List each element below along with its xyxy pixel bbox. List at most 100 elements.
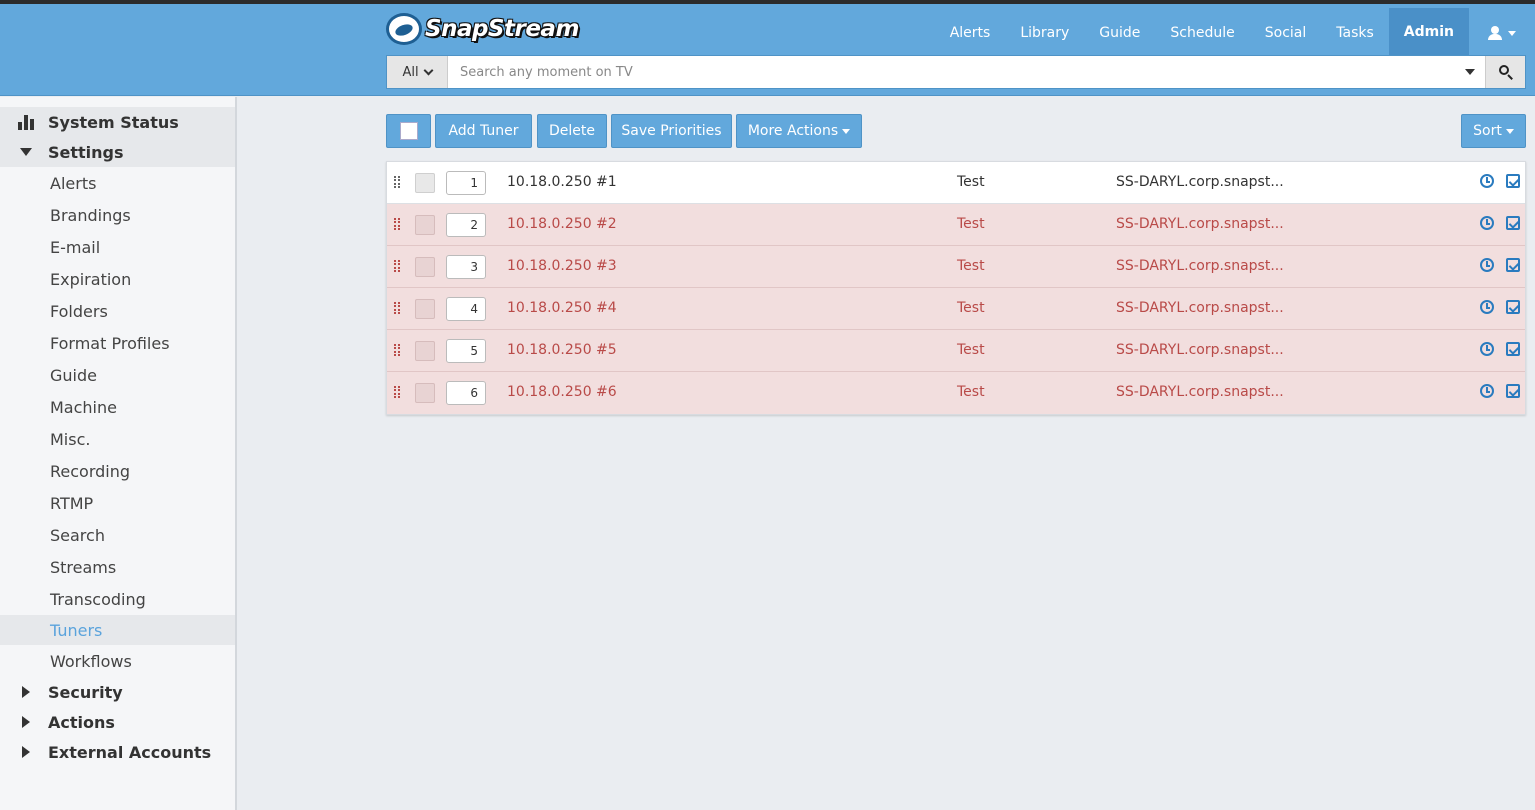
drag-handle-icon[interactable] — [394, 218, 400, 230]
sidebar-item-external-accounts[interactable]: External Accounts — [0, 737, 235, 767]
tuner-group: Test — [957, 258, 985, 274]
sidebar-item-recording[interactable]: Recording — [0, 455, 235, 487]
nav-guide[interactable]: Guide — [1084, 8, 1155, 58]
drag-handle-icon[interactable] — [394, 386, 400, 398]
schedule-clock-icon[interactable] — [1480, 258, 1494, 272]
search-button[interactable] — [1485, 56, 1525, 88]
sidebar-item-actions[interactable]: Actions — [0, 707, 235, 737]
sidebar-item-misc[interactable]: Misc. — [0, 423, 235, 455]
table-row[interactable]: 3 10.18.0.250 #3 Test SS-DARYL.corp.snap… — [387, 246, 1525, 288]
sidebar-item-workflows[interactable]: Workflows — [0, 645, 235, 677]
schedule-clock-icon[interactable] — [1480, 174, 1494, 188]
search-icon — [1498, 65, 1513, 80]
table-row[interactable]: 1 10.18.0.250 #1 Test SS-DARYL.corp.snap… — [387, 162, 1525, 204]
edit-icon[interactable] — [1506, 216, 1520, 230]
save-priorities-button[interactable]: Save Priorities — [611, 114, 732, 148]
schedule-clock-icon[interactable] — [1480, 300, 1494, 314]
sort-button[interactable]: Sort — [1461, 114, 1526, 148]
drag-handle-icon[interactable] — [394, 344, 400, 356]
sidebar-item-system-status[interactable]: System Status — [0, 107, 235, 137]
nav-schedule[interactable]: Schedule — [1155, 8, 1249, 58]
nav-admin[interactable]: Admin — [1388, 8, 1469, 58]
schedule-clock-icon[interactable] — [1480, 216, 1494, 230]
sidebar-item-rtmp[interactable]: RTMP — [0, 487, 235, 519]
edit-icon[interactable] — [1506, 258, 1520, 272]
drag-handle-icon[interactable] — [394, 260, 400, 272]
schedule-clock-icon[interactable] — [1480, 384, 1494, 398]
row-checkbox[interactable] — [415, 173, 435, 193]
chevron-down-icon — [423, 65, 434, 75]
more-actions-label: More Actions — [747, 123, 839, 139]
app-header: SnapStream Alerts Library Guide Schedule… — [0, 4, 1535, 96]
row-checkbox[interactable] — [415, 299, 435, 319]
sidebar-item-search[interactable]: Search — [0, 519, 235, 551]
logo-icon — [386, 13, 422, 45]
row-checkbox[interactable] — [415, 341, 435, 361]
snapstream-logo[interactable]: SnapStream — [386, 12, 579, 46]
search-bar: All — [386, 55, 1526, 89]
nav-tasks[interactable]: Tasks — [1321, 8, 1389, 58]
tuner-name: 10.18.0.250 #3 — [507, 258, 617, 274]
tuner-group: Test — [957, 174, 985, 190]
sidebar-item-streams[interactable]: Streams — [0, 551, 235, 583]
edit-icon[interactable] — [1506, 342, 1520, 356]
edit-icon[interactable] — [1506, 174, 1520, 188]
search-scope-dropdown[interactable]: All — [387, 56, 448, 88]
sidebar-item-settings[interactable]: Settings — [0, 137, 235, 167]
nav-alerts[interactable]: Alerts — [935, 8, 1006, 58]
edit-icon[interactable] — [1506, 300, 1520, 314]
priority-input[interactable]: 1 — [446, 171, 486, 195]
nav-library[interactable]: Library — [1005, 8, 1084, 58]
sidebar-item-folders[interactable]: Folders — [0, 295, 235, 327]
sidebar-item-guide[interactable]: Guide — [0, 359, 235, 391]
sidebar-item-expiration[interactable]: Expiration — [0, 263, 235, 295]
priority-input[interactable]: 6 — [446, 381, 486, 405]
user-icon — [1488, 26, 1502, 40]
checkbox-icon — [399, 122, 418, 140]
tuner-name: 10.18.0.250 #1 — [507, 174, 617, 190]
delete-button[interactable]: Delete — [537, 114, 607, 148]
table-row[interactable]: 5 10.18.0.250 #5 Test SS-DARYL.corp.snap… — [387, 330, 1525, 372]
sidebar-item-machine[interactable]: Machine — [0, 391, 235, 423]
more-actions-button[interactable]: More Actions — [736, 114, 862, 148]
tuner-host: SS-DARYL.corp.snapst... — [1116, 258, 1284, 274]
table-row[interactable]: 4 10.18.0.250 #4 Test SS-DARYL.corp.snap… — [387, 288, 1525, 330]
schedule-clock-icon[interactable] — [1480, 342, 1494, 356]
search-scope-label: All — [402, 64, 419, 80]
edit-icon[interactable] — [1506, 384, 1520, 398]
tuner-host: SS-DARYL.corp.snapst... — [1116, 342, 1284, 358]
caret-down-icon — [1465, 69, 1475, 75]
add-tuner-button[interactable]: Add Tuner — [435, 114, 532, 148]
sidebar-item-format-profiles[interactable]: Format Profiles — [0, 327, 235, 359]
priority-input[interactable]: 5 — [446, 339, 486, 363]
sidebar-item-brandings[interactable]: Brandings — [0, 199, 235, 231]
row-checkbox[interactable] — [415, 257, 435, 277]
caret-right-icon — [16, 686, 36, 698]
sidebar-item-label: Settings — [48, 142, 124, 162]
search-input[interactable] — [448, 56, 1455, 88]
priority-input[interactable]: 4 — [446, 297, 486, 321]
row-checkbox[interactable] — [415, 215, 435, 235]
row-checkbox[interactable] — [415, 383, 435, 403]
user-menu-button[interactable] — [1469, 8, 1535, 58]
sidebar-item-email[interactable]: E-mail — [0, 231, 235, 263]
select-all-checkbox-button[interactable] — [386, 114, 431, 148]
nav-social[interactable]: Social — [1250, 8, 1322, 58]
drag-handle-icon[interactable] — [394, 176, 400, 188]
sidebar-item-security[interactable]: Security — [0, 677, 235, 707]
search-options-toggle[interactable] — [1455, 56, 1485, 88]
table-row[interactable]: 2 10.18.0.250 #2 Test SS-DARYL.corp.snap… — [387, 204, 1525, 246]
table-row[interactable]: 6 10.18.0.250 #6 Test SS-DARYL.corp.snap… — [387, 372, 1525, 414]
drag-handle-icon[interactable] — [394, 302, 400, 314]
priority-input[interactable]: 3 — [446, 255, 486, 279]
tuner-name: 10.18.0.250 #6 — [507, 384, 617, 400]
sidebar-item-alerts[interactable]: Alerts — [0, 167, 235, 199]
sidebar-item-tuners[interactable]: Tuners — [0, 615, 235, 645]
tuner-host: SS-DARYL.corp.snapst... — [1116, 216, 1284, 232]
tuner-name: 10.18.0.250 #2 — [507, 216, 617, 232]
tuner-name: 10.18.0.250 #5 — [507, 342, 617, 358]
priority-input[interactable]: 2 — [446, 213, 486, 237]
sidebar-item-transcoding[interactable]: Transcoding — [0, 583, 235, 615]
tuner-host: SS-DARYL.corp.snapst... — [1116, 300, 1284, 316]
caret-right-icon — [16, 746, 36, 758]
